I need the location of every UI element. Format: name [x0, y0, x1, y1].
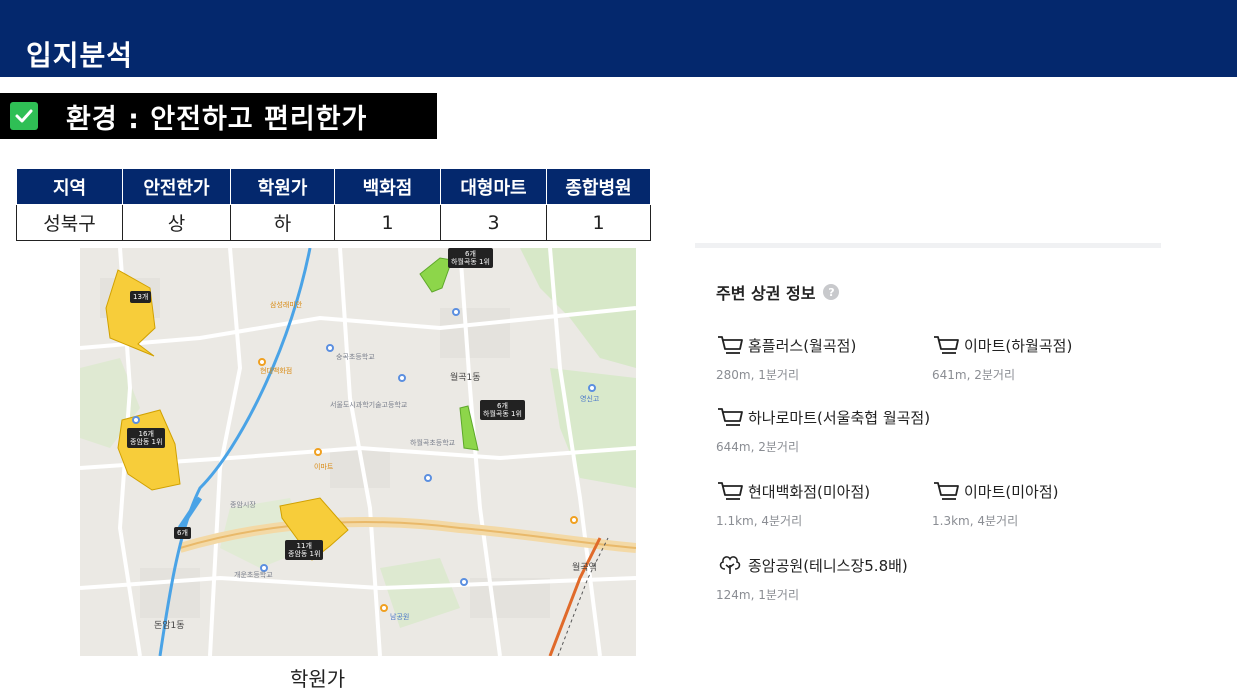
map-label: 숭곡초등학교	[336, 353, 375, 361]
map-caption: 학원가	[290, 667, 346, 691]
map-label: 현대백화점	[260, 367, 293, 375]
store-name: 이마트(하월곡점)	[964, 336, 1073, 355]
poi-marker[interactable]	[326, 344, 334, 352]
store-distance: 644m, 2분거리	[716, 440, 799, 454]
cluster-badge[interactable]: 6개 하월곡동 1위	[448, 248, 493, 268]
section-title: 환경 : 안전하고 편리한가	[66, 103, 368, 135]
store-name: 이마트(미아점)	[964, 482, 1059, 501]
page-title: 입지분석	[26, 39, 134, 72]
poi-marker[interactable]	[314, 448, 322, 456]
store-item[interactable]: 현대백화점(미아점) 1.1km, 4분거리	[716, 480, 870, 529]
cart-icon	[934, 482, 959, 500]
cluster-badge[interactable]: 16개 종암동 1위	[127, 428, 166, 448]
table-cell: 하	[230, 204, 335, 241]
poi-marker[interactable]	[132, 416, 140, 424]
store-distance: 280m, 1분거리	[716, 368, 799, 382]
store-distance: 1.1km, 4분거리	[716, 514, 803, 528]
table-cell: 3	[440, 204, 547, 241]
commercial-panel-title: 주변 상권 정보 ?	[716, 280, 840, 304]
poi-marker[interactable]	[570, 516, 578, 524]
store-item[interactable]: 홈플러스(월곡점) 280m, 1분거리	[716, 334, 856, 383]
table-header-cell: 종합병원	[546, 168, 651, 205]
store-distance: 641m, 2분거리	[932, 368, 1015, 382]
summary-table: 지역 안전한가 학원가 백화점 대형마트 종합병원 성북구 상 하 1 3 1	[16, 168, 651, 241]
map-label: 월곡1동	[450, 373, 481, 383]
tree-icon	[719, 556, 741, 574]
help-icon[interactable]: ?	[823, 284, 840, 300]
map-label: 삼성래미안	[270, 301, 303, 309]
map-label: 영신고	[580, 395, 600, 403]
cluster-badge[interactable]: 11개 종암동 1위	[285, 540, 324, 560]
table-cell: 1	[334, 204, 441, 241]
map-label: 남공원	[390, 613, 410, 621]
cluster-badge[interactable]: 6개	[174, 527, 191, 539]
map-label: 개운초등학교	[234, 571, 273, 579]
poi-marker[interactable]	[258, 358, 266, 366]
poi-marker[interactable]	[452, 308, 460, 316]
cart-icon	[718, 408, 743, 426]
table-cell: 1	[546, 204, 651, 241]
store-name: 하나로마트(서울축협 월곡점)	[748, 408, 931, 427]
table-header-cell: 지역	[16, 168, 123, 205]
store-item[interactable]: 이마트(미아점) 1.3km, 4분거리	[932, 480, 1059, 529]
store-name: 종암공원(테니스장5.8배)	[748, 556, 908, 575]
poi-marker[interactable]	[460, 578, 468, 586]
table-header-row: 지역 안전한가 학원가 백화점 대형마트 종합병원	[16, 168, 651, 205]
map-label: 서울도시과학기술고등학교	[330, 401, 408, 409]
map-label: 돈암1동	[154, 621, 185, 631]
table-header-cell: 백화점	[334, 168, 441, 205]
store-item[interactable]: 종암공원(테니스장5.8배) 124m, 1분거리	[716, 554, 908, 603]
store-distance: 1.3km, 4분거리	[932, 514, 1019, 528]
map-label: 월곡역	[572, 563, 597, 573]
store-distance: 124m, 1분거리	[716, 588, 799, 602]
cluster-badge[interactable]: 6개 하월곡동 1위	[480, 400, 525, 420]
map-label: 이마트	[314, 463, 334, 471]
store-name: 홈플러스(월곡점)	[748, 336, 857, 355]
poi-marker[interactable]	[588, 384, 596, 392]
cluster-badge[interactable]: 13개	[130, 291, 152, 303]
map-base	[80, 248, 636, 656]
cart-icon	[718, 336, 743, 354]
table-header-cell: 대형마트	[440, 168, 547, 205]
store-name: 현대백화점(미아점)	[748, 482, 871, 501]
cart-icon	[718, 482, 743, 500]
table-header-cell: 학원가	[230, 168, 335, 205]
store-item[interactable]: 이마트(하월곡점) 641m, 2분거리	[932, 334, 1072, 383]
table-cell: 상	[122, 204, 231, 241]
checkbox-icon	[10, 102, 38, 130]
section-divider	[695, 243, 1161, 248]
academy-district-map[interactable]: 13개 16개 종암동 1위 6개 하월곡동 1위 11개 종암동 1위 6개 하월곡동…	[80, 248, 636, 656]
poi-marker[interactable]	[380, 604, 388, 612]
cart-icon	[934, 336, 959, 354]
table-row: 성북구 상 하 1 3 1	[16, 204, 651, 241]
poi-marker[interactable]	[424, 474, 432, 482]
table-header-cell: 안전한가	[122, 168, 231, 205]
map-label: 종암시장	[230, 501, 256, 509]
poi-marker[interactable]	[398, 374, 406, 382]
map-label: 하월곡초등학교	[410, 439, 456, 447]
section-banner: 환경 : 안전하고 편리한가	[0, 93, 437, 139]
header-bar: 입지분석	[0, 0, 1237, 77]
store-item[interactable]: 하나로마트(서울축협 월곡점) 644m, 2분거리	[716, 406, 930, 455]
table-cell: 성북구	[16, 204, 123, 241]
